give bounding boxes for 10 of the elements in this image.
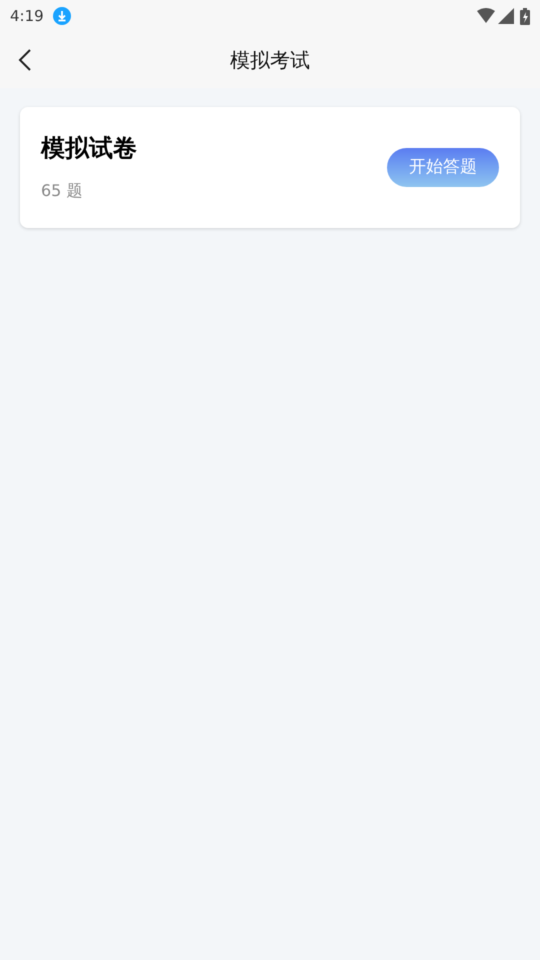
question-count: 65 题 [41,180,84,202]
start-button[interactable]: 开始答题 [387,148,499,187]
download-icon [52,6,72,26]
paper-title: 模拟试卷 [41,132,137,162]
page-title: 模拟考试 [230,47,310,74]
status-time: 4:19 [10,6,44,27]
back-icon[interactable] [18,49,32,71]
battery-icon [520,8,530,24]
signal-icon [498,8,514,24]
wifi-icon [477,8,495,24]
